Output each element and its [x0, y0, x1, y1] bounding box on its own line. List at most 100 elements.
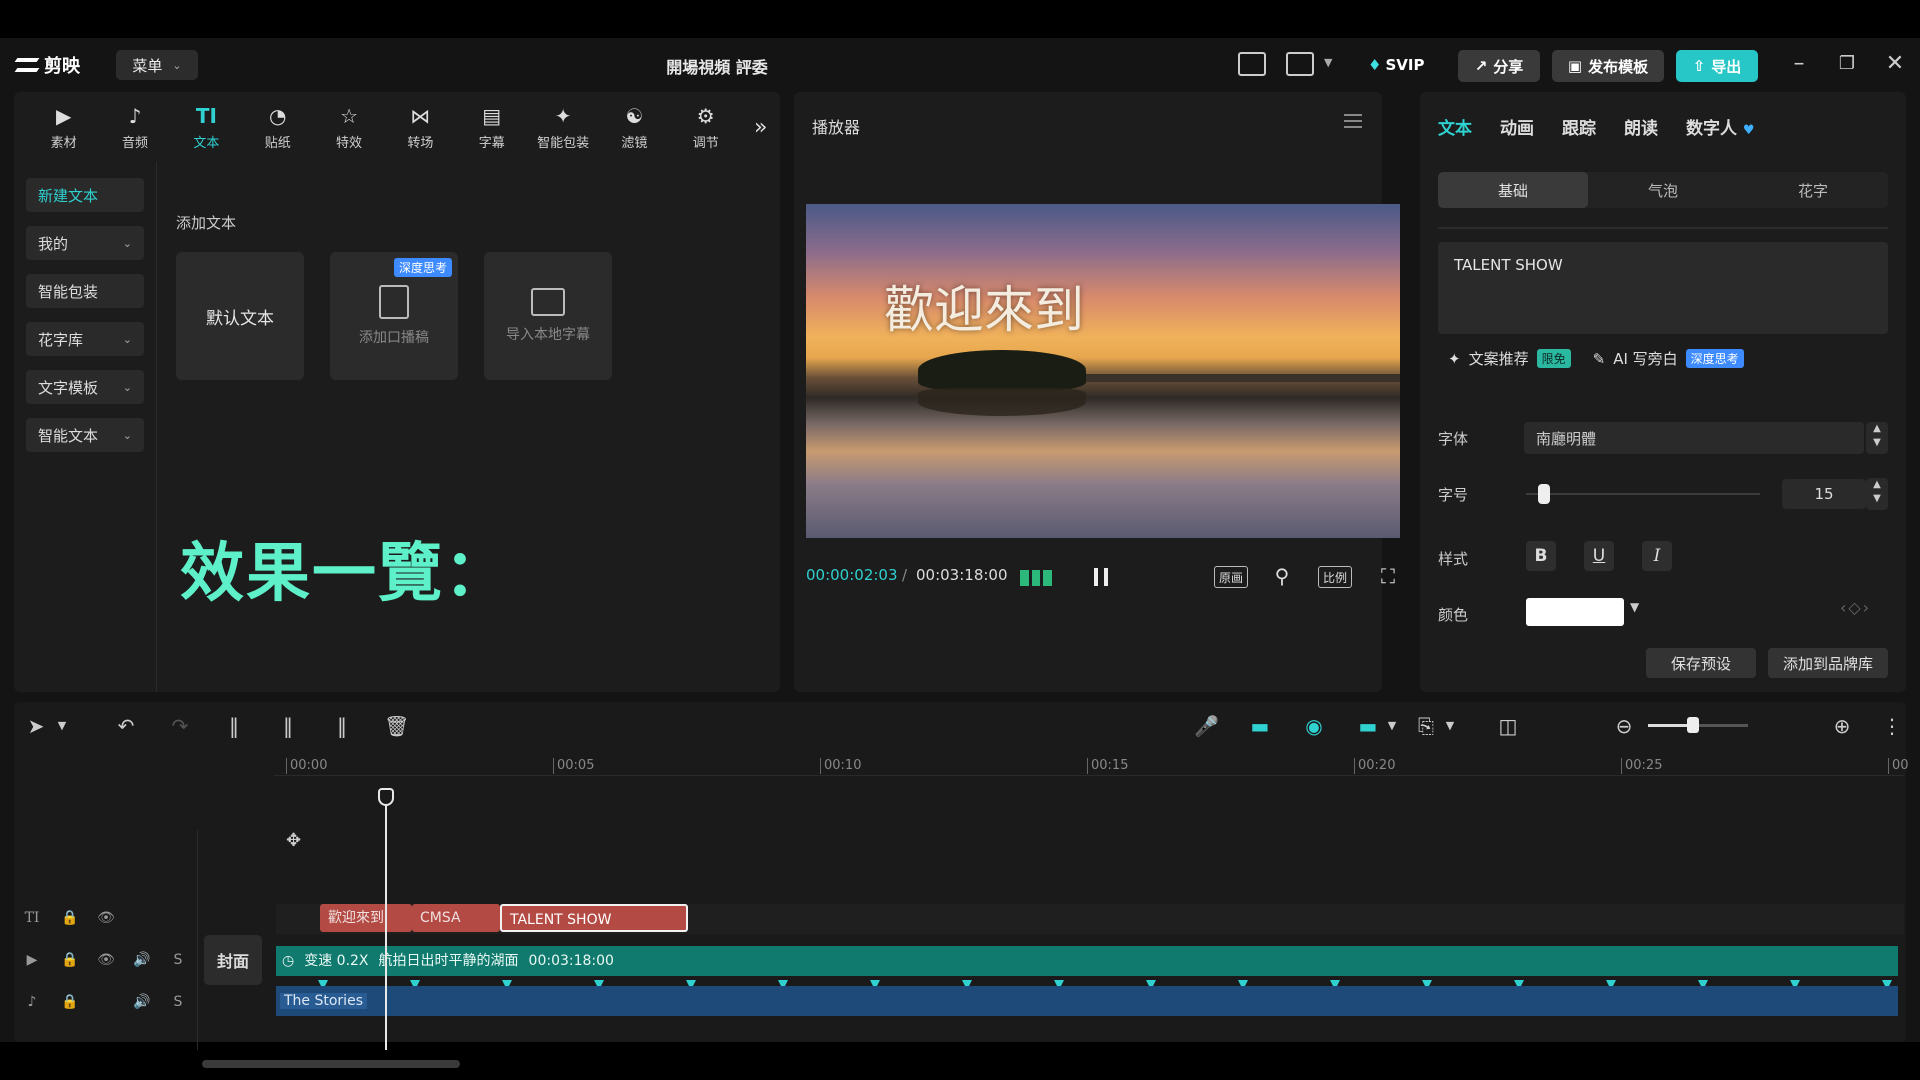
pause-icon[interactable] — [1094, 568, 1108, 586]
playhead-handle[interactable] — [378, 788, 394, 806]
volume-icon[interactable]: 🔊 — [132, 992, 152, 1012]
text-clip[interactable]: CMSA — [412, 904, 500, 932]
volume-icon[interactable]: 🔊 — [132, 950, 152, 970]
add-brand-button[interactable]: 添加到品牌库 — [1768, 648, 1888, 678]
tool-text[interactable]: TI 文本 — [171, 92, 242, 162]
tab-read-aloud[interactable]: 朗读 — [1624, 114, 1658, 139]
split-icon[interactable]: ‖ — [222, 714, 246, 738]
eye-icon[interactable]: 👁 — [96, 950, 116, 970]
tool-transition[interactable]: ⋈ 转场 — [385, 92, 456, 162]
subtab-bubble[interactable]: 气泡 — [1588, 172, 1738, 208]
zoom-slider-thumb[interactable] — [1687, 717, 1699, 733]
tool-adjust[interactable]: ⚙ 调节 — [670, 92, 741, 162]
layout-chevron-icon[interactable]: ▼ — [1324, 56, 1332, 69]
font-select[interactable]: 南廳明體 — [1524, 422, 1864, 454]
text-content-input[interactable]: TALENT SHOW — [1438, 242, 1888, 334]
tool-subtitle[interactable]: ▤ 字幕 — [456, 92, 527, 162]
lock-icon[interactable]: 🔒 — [60, 992, 80, 1012]
sidenav-new-text[interactable]: 新建文本 — [26, 178, 144, 212]
split-left-icon[interactable]: ‖ — [276, 714, 300, 738]
lock-icon[interactable]: 🔒 — [60, 908, 80, 928]
close-icon[interactable]: ✕ — [1880, 50, 1910, 80]
tool-filter[interactable]: ☯ 滤镜 — [599, 92, 670, 162]
sidenav-smart-text[interactable]: 智能文本 ⌄ — [26, 418, 144, 452]
minimize-icon[interactable]: – — [1784, 50, 1814, 80]
tab-tracking[interactable]: 跟踪 — [1562, 114, 1596, 139]
tool-audio[interactable]: ♪ 音频 — [99, 92, 170, 162]
time-ruler[interactable]: 00:00 00:05 00:10 00:15 00:20 00:25 00 — [274, 754, 1909, 776]
chevron-down-icon[interactable]: ▼ — [50, 714, 74, 738]
subtab-flower-text[interactable]: 花字 — [1738, 172, 1888, 208]
hamburger-menu-icon[interactable] — [1344, 114, 1362, 132]
screenshot-icon[interactable]: ⚲ — [1270, 564, 1294, 588]
aspect-ratio-button[interactable]: 比例 — [1318, 566, 1353, 588]
sidenav-mine[interactable]: 我的 ⌄ — [26, 226, 144, 260]
delete-icon[interactable]: 🗑 — [384, 714, 409, 738]
keyframe-nav-icon[interactable]: ‹◇› — [1840, 598, 1871, 617]
text-clip[interactable]: 歡迎來到 — [320, 904, 412, 932]
sidenav-text-template[interactable]: 文字模板 ⌄ — [26, 370, 144, 404]
size-slider-thumb[interactable] — [1537, 484, 1550, 504]
fullscreen-icon[interactable]: ⛶ — [1376, 564, 1400, 588]
underline-button[interactable]: U — [1584, 541, 1614, 571]
ai-copy-button[interactable]: 文案推荐 — [1469, 348, 1529, 369]
svip-button[interactable]: ♦ SVIP — [1360, 50, 1432, 80]
tool-media[interactable]: ▶ 素材 — [28, 92, 99, 162]
video-caption[interactable]: 歡迎來到 — [884, 270, 1084, 342]
text-clip-selected[interactable]: TALENT SHOW — [500, 904, 688, 932]
subtab-basic[interactable]: 基础 — [1438, 172, 1588, 208]
font-spinner-icon[interactable]: ▲ ▼ — [1866, 422, 1888, 454]
original-quality-button[interactable]: 原画 — [1214, 566, 1249, 588]
audio-clip[interactable]: The Stories — [276, 986, 1898, 1016]
split-right-icon[interactable]: ‖ — [330, 714, 354, 738]
preview-window-icon[interactable]: ◫ — [1496, 714, 1520, 738]
share-button[interactable]: ↗ 分享 — [1458, 50, 1540, 82]
video-preview[interactable]: 歡迎來到 — [806, 204, 1400, 538]
tab-animation[interactable]: 动画 — [1500, 114, 1534, 139]
color-picker[interactable] — [1526, 598, 1624, 626]
tool-sticker[interactable]: ◔ 贴纸 — [242, 92, 313, 162]
restore-icon[interactable]: ❐ — [1832, 50, 1862, 80]
playhead[interactable] — [385, 788, 387, 1050]
solo-icon[interactable]: S — [168, 950, 188, 970]
export-button[interactable]: ⇧ 导出 — [1676, 50, 1758, 82]
sidenav-flower-text[interactable]: 花字库 ⌄ — [26, 322, 144, 356]
eye-icon[interactable]: 👁 — [96, 908, 116, 928]
video-clip[interactable]: ◷ 变速 0.2X 航拍日出时平静的湖面 00:03:18:00 — [276, 946, 1898, 976]
marker-icon[interactable]: ⎘ — [1414, 714, 1438, 738]
default-text-card[interactable]: 默认文本 — [176, 252, 304, 380]
more-options-icon[interactable]: ⋮ — [1880, 714, 1904, 738]
tab-text[interactable]: 文本 — [1438, 114, 1472, 139]
bold-button[interactable]: B — [1526, 541, 1556, 571]
size-input[interactable]: 15 — [1782, 479, 1866, 509]
preview-axis-icon[interactable]: ▬ — [1356, 714, 1380, 738]
zoom-in-icon[interactable]: ⊕ — [1830, 714, 1854, 738]
undo-icon[interactable]: ↶ — [114, 714, 138, 738]
tool-smart-pack[interactable]: ✦ 智能包装 — [527, 92, 598, 162]
solo-icon[interactable]: S — [168, 992, 188, 1012]
select-cursor-icon[interactable]: ➤ — [24, 714, 48, 738]
sidenav-smart-pack[interactable]: 智能包装 — [26, 274, 144, 308]
cover-button[interactable]: 封面 — [204, 935, 262, 985]
subtitle-toggle-icon[interactable] — [1238, 52, 1266, 76]
tab-digital-human[interactable]: 数字人 ♥ — [1686, 114, 1755, 139]
add-script-card[interactable]: 深度思考 添加口播稿 — [330, 252, 458, 380]
more-tools-icon[interactable]: » — [741, 92, 780, 162]
chevron-down-icon[interactable]: ▼ — [1630, 600, 1639, 614]
publish-template-button[interactable]: ▣ 发布模板 — [1552, 50, 1664, 82]
chevron-down-icon[interactable]: ▼ — [1380, 714, 1404, 738]
linkage-icon[interactable]: ◉ — [1302, 714, 1326, 738]
save-preset-button[interactable]: 保存预设 — [1646, 648, 1756, 678]
lock-icon[interactable]: 🔒 — [60, 950, 80, 970]
import-subtitle-card[interactable]: 导入本地字幕 — [484, 252, 612, 380]
tool-effects[interactable]: ☆ 特效 — [313, 92, 384, 162]
size-slider-track[interactable] — [1526, 493, 1760, 495]
auto-snap-icon[interactable]: ▬ — [1248, 714, 1272, 738]
ai-write-button[interactable]: AI 写旁白 — [1613, 348, 1677, 369]
layout-icon[interactable] — [1286, 52, 1314, 76]
timeline-scrollbar[interactable] — [202, 1060, 460, 1068]
size-spinner-icon[interactable]: ▲ ▼ — [1866, 478, 1888, 510]
microphone-icon[interactable]: 🎤 — [1194, 714, 1219, 738]
italic-button[interactable]: I — [1642, 541, 1672, 571]
chevron-down-icon[interactable]: ▼ — [1438, 714, 1462, 738]
